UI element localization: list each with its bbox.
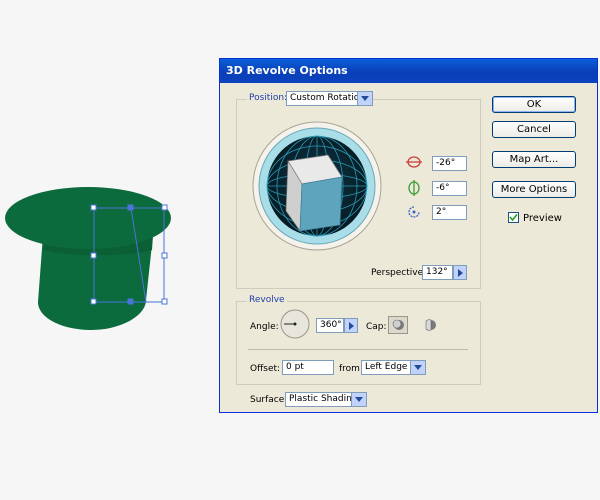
handle: [161, 204, 168, 211]
angle-slider-button[interactable]: [344, 318, 358, 333]
handle: [127, 298, 134, 305]
from-select[interactable]: Left Edge: [361, 360, 426, 375]
handle: [127, 204, 134, 211]
perspective-label: Perspective:: [371, 268, 427, 278]
perspective-field[interactable]: 132°: [422, 265, 453, 280]
y-rotation-field[interactable]: -6°: [432, 181, 467, 196]
handle: [90, 252, 97, 259]
chevron-down-icon: [357, 92, 372, 105]
position-select[interactable]: Custom Rotation: [286, 91, 373, 106]
cap-on-icon[interactable]: [388, 316, 408, 334]
cap-label: Cap:: [366, 322, 387, 332]
preview-label: Preview: [523, 213, 562, 224]
rotation-trackball[interactable]: [252, 121, 382, 251]
offset-label: Offset:: [250, 364, 281, 374]
handle: [90, 204, 97, 211]
revolve-divider: [248, 349, 468, 350]
surface-select[interactable]: Plastic Shading: [285, 392, 367, 407]
chevron-down-icon: [351, 393, 366, 406]
3d-revolve-options-dialog: 3D Revolve Options Position: Custom Rota…: [219, 58, 598, 413]
more-options-button[interactable]: More Options: [492, 181, 576, 198]
chevron-down-icon: [410, 361, 425, 374]
position-label: Position:: [247, 93, 290, 103]
cancel-button[interactable]: Cancel: [492, 121, 576, 138]
handle: [161, 298, 168, 305]
cap-off-icon[interactable]: [422, 317, 438, 333]
x-rotation-field[interactable]: -26°: [432, 156, 467, 171]
revolve-title: Revolve: [247, 295, 287, 305]
z-axis-rotate-icon: [408, 206, 420, 218]
from-label: from: [339, 364, 360, 374]
preview-checkbox[interactable]: [508, 212, 519, 223]
map-art-button[interactable]: Map Art...: [492, 151, 576, 168]
offset-field[interactable]: 0 pt: [282, 360, 334, 375]
x-axis-rotate-icon: [406, 156, 422, 168]
angle-label: Angle:: [250, 322, 279, 332]
angle-field[interactable]: 360°: [316, 318, 344, 333]
y-axis-rotate-icon: [408, 180, 420, 196]
dialog-title: 3D Revolve Options: [220, 59, 597, 83]
ok-button[interactable]: OK: [492, 96, 576, 113]
handle: [90, 298, 97, 305]
surface-label: Surface:: [250, 395, 288, 405]
revolved-hat-artwork[interactable]: [0, 180, 215, 340]
checkmark-icon: [509, 213, 518, 222]
z-rotation-field[interactable]: 2°: [432, 205, 467, 220]
perspective-slider-button[interactable]: [453, 265, 467, 280]
cube-preview: [285, 154, 343, 233]
angle-dial[interactable]: [279, 308, 311, 340]
handle: [161, 252, 168, 259]
hat-brim: [5, 187, 171, 249]
